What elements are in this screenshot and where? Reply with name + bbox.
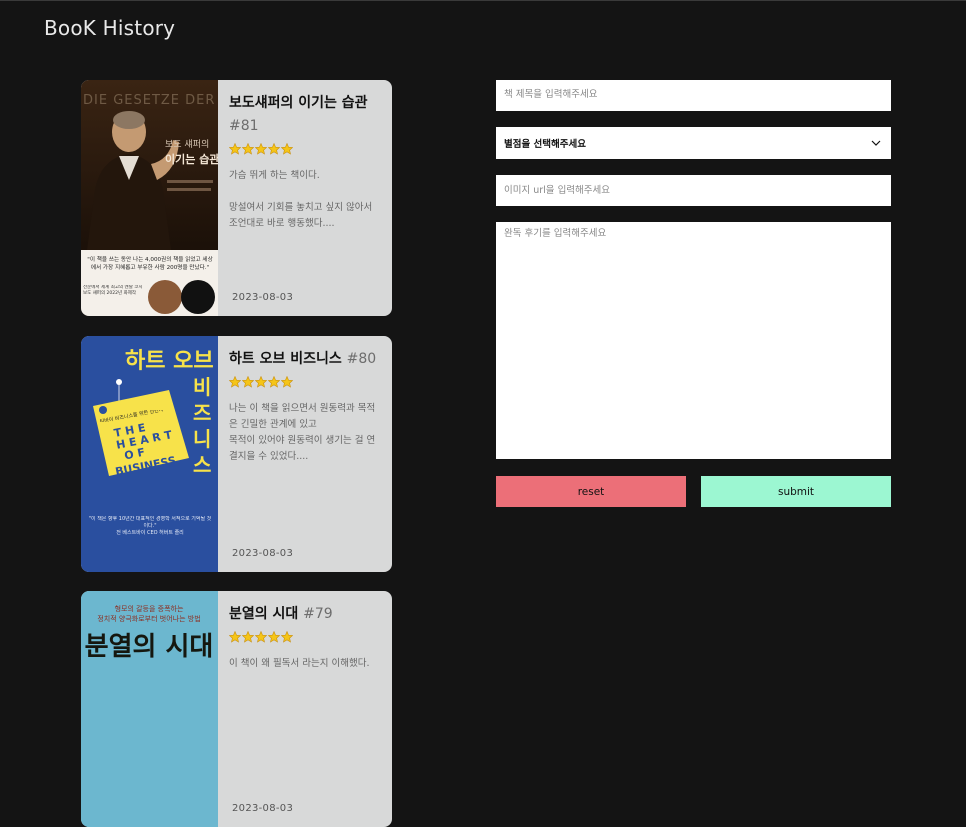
book-info: 하트 오브 비즈니스 #80 나는 이 책을 읽으면서 원동력과 목적은 긴밀한…: [229, 348, 379, 572]
book-card[interactable]: 형모의 갈등을 증폭하는 정치적 양극화로부터 벗어나는 방법 분열의 시대 분…: [81, 591, 392, 827]
star-icon: [255, 143, 267, 155]
svg-text:니: 니: [193, 427, 211, 451]
star-icon: [255, 631, 267, 643]
star-icon: [281, 631, 293, 643]
book-date: 2023-08-03: [232, 292, 294, 303]
rating-select-value: 별점을 선택해주세요: [504, 139, 586, 150]
star-icon: [242, 631, 254, 643]
book-cover-image: DIE GESETZE DER GEWINNER 보도 섀퍼의 이기는 습관 "…: [81, 80, 218, 316]
book-title-text: 보도섀퍼의 이기는 습관: [229, 95, 368, 111]
svg-text:비: 비: [193, 375, 211, 399]
star-rating: [229, 631, 379, 645]
svg-text:DIE GESETZE DER GEWINNER: DIE GESETZE DER GEWINNER: [83, 93, 218, 108]
book-number: #81: [229, 118, 259, 134]
star-icon: [268, 143, 280, 155]
book-info: 분열의 시대 #79 이 책이 왜 필독서 라는지 이해했다.: [229, 603, 379, 827]
book-title: 하트 오브 비즈니스 #80: [229, 348, 379, 371]
star-rating: [229, 143, 379, 157]
rating-select[interactable]: 별점을 선택해주세요: [496, 127, 891, 159]
svg-text:스: 스: [193, 453, 211, 477]
star-icon: [268, 376, 280, 388]
submit-button[interactable]: submit: [701, 476, 891, 507]
book-title: 보도섀퍼의 이기는 습관 #81: [229, 92, 379, 138]
star-icon: [229, 631, 241, 643]
title-input[interactable]: [496, 80, 891, 111]
book-review: 이 책이 왜 필독서 라는지 이해했다.: [229, 658, 370, 669]
book-info: 보도섀퍼의 이기는 습관 #81 가슴 뛰게 하는 책이다. 망설여서 기회를 …: [229, 92, 379, 316]
book-title-text: 분열의 시대: [229, 606, 299, 622]
reset-button[interactable]: reset: [496, 476, 686, 507]
svg-text:보도 섀퍼의: 보도 섀퍼의: [165, 139, 209, 150]
star-icon: [242, 376, 254, 388]
book-review: 나는 이 책을 읽으면서 원동력과 목적은 긴밀한 관계에 있고 목적이 있어야…: [229, 403, 376, 462]
svg-text:정치적 양극화로부터 벗어나는 방법: 정치적 양극화로부터 벗어나는 방법: [97, 614, 200, 623]
svg-text:하트 오브: 하트 오브: [125, 349, 214, 374]
star-icon: [229, 376, 241, 388]
svg-text:분열의 시대: 분열의 시대: [85, 632, 214, 662]
book-title: 분열의 시대 #79: [229, 603, 379, 626]
svg-text:즈: 즈: [193, 401, 211, 425]
book-number: #80: [346, 351, 377, 367]
svg-text:이기는 습관: 이기는 습관: [165, 152, 218, 166]
book-cover-image: 형모의 갈등을 증폭하는 정치적 양극화로부터 벗어나는 방법 분열의 시대: [81, 591, 218, 827]
book-date: 2023-08-03: [232, 803, 294, 814]
chevron-down-icon: [871, 140, 881, 146]
image-url-input[interactable]: [496, 175, 891, 206]
review-textarea[interactable]: [496, 222, 891, 459]
book-number: #79: [303, 606, 333, 622]
book-card[interactable]: 하트 오브 비 즈 니 스 티바이 비즈니스를 위한 선언서 T H E H E…: [81, 336, 392, 572]
book-review: 가슴 뛰게 하는 책이다. 망설여서 기회를 놓치고 싶지 않아서 조언대로 바…: [229, 170, 373, 229]
star-icon: [281, 143, 293, 155]
book-title-text: 하트 오브 비즈니스: [229, 351, 342, 367]
star-icon: [229, 143, 241, 155]
svg-text:형모의 갈등을 증폭하는: 형모의 갈등을 증폭하는: [115, 604, 184, 613]
star-icon: [281, 376, 293, 388]
app-title: BooK History: [44, 16, 176, 40]
book-cover-image: 하트 오브 비 즈 니 스 티바이 비즈니스를 위한 선언서 T H E H E…: [81, 336, 218, 572]
star-icon: [268, 631, 280, 643]
star-rating: [229, 376, 379, 390]
star-icon: [255, 376, 267, 388]
star-icon: [242, 143, 254, 155]
book-card[interactable]: DIE GESETZE DER GEWINNER 보도 섀퍼의 이기는 습관 "…: [81, 80, 392, 316]
book-date: 2023-08-03: [232, 548, 294, 559]
